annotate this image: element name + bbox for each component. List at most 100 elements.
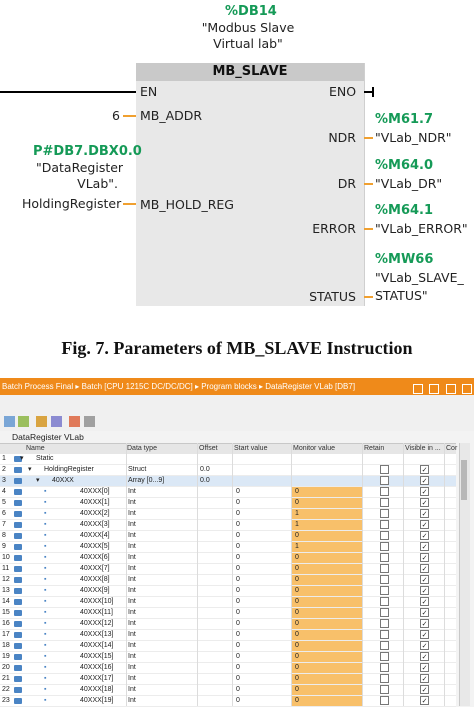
copy-snapshot-icon[interactable] (51, 416, 62, 427)
table-row[interactable]: 23 ▪ 40XXX[19] Int 0 0 ✓ (0, 696, 456, 707)
table-row[interactable]: 9 ▪ 40XXX[5] Int 0 1 ✓ (0, 542, 456, 553)
table-row[interactable]: 15 ▪ 40XXX[11] Int 0 0 ✓ (0, 608, 456, 619)
cell-start-value[interactable]: 0 (236, 520, 240, 530)
cell-name[interactable]: 40XXX[9] (80, 586, 110, 596)
close-icon[interactable] (462, 384, 472, 394)
cell-data-type[interactable]: Int (128, 553, 136, 563)
cell-start-value[interactable]: 0 (236, 674, 240, 684)
retain-checkbox[interactable] (380, 564, 389, 573)
table-row[interactable]: 12 ▪ 40XXX[8] Int 0 0 ✓ (0, 575, 456, 586)
restore-icon[interactable] (429, 384, 440, 394)
cell-monitor-value[interactable]: 1 (295, 509, 299, 519)
cell-monitor-value[interactable]: 0 (295, 641, 299, 651)
snapshot-icon[interactable] (36, 416, 47, 427)
visible-checkbox[interactable]: ✓ (420, 498, 429, 507)
cell-name[interactable]: 40XXX[11] (80, 608, 113, 618)
visible-checkbox[interactable]: ✓ (420, 597, 429, 606)
visible-checkbox[interactable]: ✓ (420, 520, 429, 529)
cell-name[interactable]: 40XXX[1] (80, 498, 110, 508)
cell-start-value[interactable]: 0 (236, 542, 240, 552)
col-data-type[interactable]: Data type (127, 445, 157, 452)
reset-values-icon[interactable] (69, 416, 80, 427)
col-start-value[interactable]: Start value (234, 445, 267, 452)
col-name[interactable]: Name (26, 445, 45, 452)
ndr-address[interactable]: %M61.7 (375, 112, 433, 127)
retain-checkbox[interactable] (380, 520, 389, 529)
table-row[interactable]: 21 ▪ 40XXX[17] Int 0 0 ✓ (0, 674, 456, 685)
retain-checkbox[interactable] (380, 597, 389, 606)
cell-monitor-value[interactable]: 1 (295, 542, 299, 552)
visible-checkbox[interactable]: ✓ (420, 542, 429, 551)
mb-addr-value[interactable]: 6 (100, 108, 120, 123)
table-row[interactable]: 8 ▪ 40XXX[4] Int 0 0 ✓ (0, 531, 456, 542)
retain-checkbox[interactable] (380, 663, 389, 672)
table-row[interactable]: 10 ▪ 40XXX[6] Int 0 0 ✓ (0, 553, 456, 564)
table-row[interactable]: 1 ▾ Static (0, 454, 456, 465)
breadcrumb[interactable]: Batch Process Final ▸ Batch [CPU 1215C D… (2, 382, 355, 391)
expand-icon[interactable]: ▾ (28, 465, 32, 475)
status-tag-line-1[interactable]: "VLab_SLAVE_ (375, 270, 464, 285)
monitor-icon[interactable] (84, 416, 95, 427)
error-tag[interactable]: "VLab_ERROR" (375, 221, 468, 236)
cell-name[interactable]: Static (36, 454, 54, 464)
cell-name[interactable]: HoldingRegister (44, 465, 94, 475)
cell-data-type[interactable]: Int (128, 663, 136, 673)
table-row[interactable]: 7 ▪ 40XXX[3] Int 0 1 ✓ (0, 520, 456, 531)
visible-checkbox[interactable]: ✓ (420, 663, 429, 672)
retain-checkbox[interactable] (380, 586, 389, 595)
cell-monitor-value[interactable]: 0 (295, 663, 299, 673)
cell-data-type[interactable]: Array [0...9] (128, 476, 164, 486)
cell-start-value[interactable]: 0 (236, 619, 240, 629)
cell-data-type[interactable]: Struct (128, 465, 146, 475)
cell-monitor-value[interactable]: 0 (295, 498, 299, 508)
cell-monitor-value[interactable]: 0 (295, 586, 299, 596)
table-row[interactable]: 17 ▪ 40XXX[13] Int 0 0 ✓ (0, 630, 456, 641)
table-row[interactable]: 5 ▪ 40XXX[1] Int 0 0 ✓ (0, 498, 456, 509)
dr-address[interactable]: %M64.0 (375, 158, 433, 173)
cell-data-type[interactable]: Int (128, 531, 136, 541)
col-comment[interactable]: Cor (446, 445, 457, 452)
visible-checkbox[interactable]: ✓ (420, 586, 429, 595)
table-row[interactable]: 20 ▪ 40XXX[16] Int 0 0 ✓ (0, 663, 456, 674)
col-visible[interactable]: Visible in ... (405, 445, 441, 452)
cell-monitor-value[interactable]: 0 (295, 685, 299, 695)
table-row[interactable]: 11 ▪ 40XXX[7] Int 0 0 ✓ (0, 564, 456, 575)
ndr-tag[interactable]: "VLab_NDR" (375, 130, 452, 145)
cell-monitor-value[interactable]: 0 (295, 619, 299, 629)
cell-name[interactable]: 40XXX[12] (80, 619, 113, 629)
retain-checkbox[interactable] (380, 575, 389, 584)
col-offset[interactable]: Offset (199, 445, 218, 452)
retain-checkbox[interactable] (380, 652, 389, 661)
cell-monitor-value[interactable]: 0 (295, 553, 299, 563)
cell-name[interactable]: 40XXX[2] (80, 509, 110, 519)
cell-data-type[interactable]: Int (128, 641, 136, 651)
visible-checkbox[interactable]: ✓ (420, 553, 429, 562)
cell-data-type[interactable]: Int (128, 520, 136, 530)
retain-checkbox[interactable] (380, 487, 389, 496)
cell-monitor-value[interactable]: 1 (295, 520, 299, 530)
maximize-icon[interactable] (445, 384, 456, 394)
cell-start-value[interactable]: 0 (236, 509, 240, 519)
cell-start-value[interactable]: 0 (236, 608, 240, 618)
visible-checkbox[interactable]: ✓ (420, 641, 429, 650)
visible-checkbox[interactable]: ✓ (420, 509, 429, 518)
cell-start-value[interactable]: 0 (236, 531, 240, 541)
cell-monitor-value[interactable]: 0 (295, 696, 299, 706)
cell-name[interactable]: 40XXX[18] (80, 685, 113, 695)
cell-name[interactable]: 40XXX[16] (80, 663, 113, 673)
retain-checkbox[interactable] (380, 531, 389, 540)
cell-name[interactable]: 40XXX[4] (80, 531, 110, 541)
cell-start-value[interactable]: 0 (236, 641, 240, 651)
cell-data-type[interactable]: Int (128, 575, 136, 585)
table-row[interactable]: 3 ▾ 40XXX Array [0...9] 0.0 ✓ (0, 476, 456, 487)
cell-monitor-value[interactable]: 0 (295, 487, 299, 497)
cell-start-value[interactable]: 0 (236, 498, 240, 508)
table-row[interactable]: 19 ▪ 40XXX[15] Int 0 0 ✓ (0, 652, 456, 663)
cell-start-value[interactable]: 0 (236, 663, 240, 673)
cell-data-type[interactable]: Int (128, 597, 136, 607)
expand-icon[interactable]: ▾ (20, 454, 24, 464)
cell-data-type[interactable]: Int (128, 619, 136, 629)
visible-checkbox[interactable]: ✓ (420, 575, 429, 584)
cell-data-type[interactable]: Int (128, 696, 136, 706)
table-row[interactable]: 4 ▪ 40XXX[0] Int 0 0 ✓ (0, 487, 456, 498)
